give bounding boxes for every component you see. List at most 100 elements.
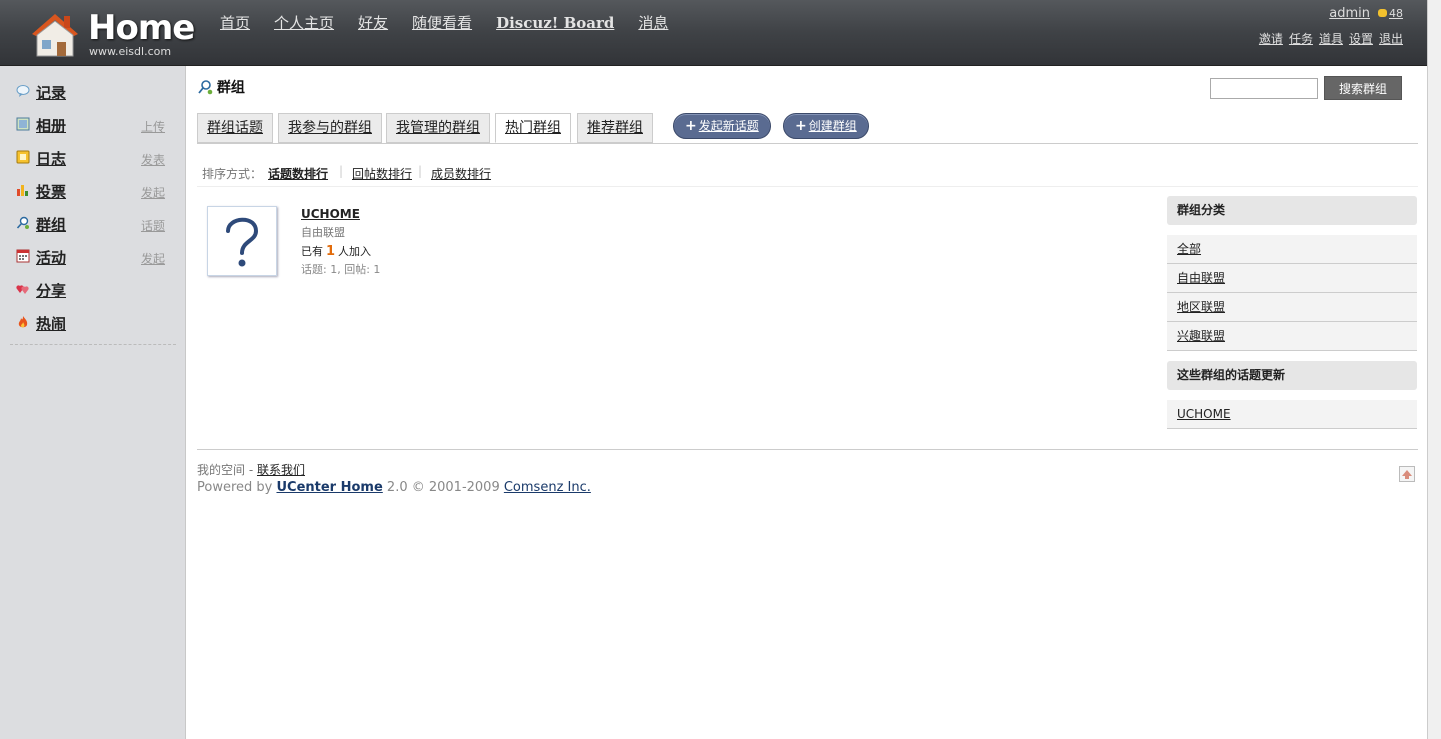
- group-search: 搜索群组: [1210, 76, 1402, 100]
- category-item-all[interactable]: 全部: [1167, 235, 1417, 264]
- sidebar-item-records[interactable]: 记录: [0, 80, 185, 113]
- category-link[interactable]: 兴趣联盟: [1177, 329, 1225, 343]
- update-link[interactable]: UCHOME: [1177, 407, 1231, 421]
- members-prefix: 已有: [301, 245, 323, 258]
- sidebar-label-blog[interactable]: 日志: [36, 148, 66, 169]
- footer-line-2: Powered by UCenter Home 2.0 © 2001-2009 …: [197, 480, 591, 495]
- sidebar-item-hot[interactable]: 热闹: [0, 311, 185, 344]
- hearts-icon: [16, 285, 29, 294]
- nav-messages[interactable]: 消息: [638, 14, 668, 32]
- create-group-label[interactable]: 创建群组: [809, 119, 857, 133]
- nav-profile[interactable]: 个人主页: [274, 14, 334, 32]
- group-avatar[interactable]: [207, 206, 277, 276]
- tab-label[interactable]: 我参与的群组: [288, 120, 372, 136]
- sort-by-topics[interactable]: 话题数排行: [268, 165, 328, 182]
- product-link[interactable]: UCenter Home: [276, 480, 382, 495]
- props-link[interactable]: 道具: [1319, 32, 1343, 46]
- calendar-icon: [16, 249, 30, 263]
- tab-hot-groups[interactable]: 热门群组: [495, 113, 571, 143]
- top-nav: 首页 个人主页 好友 随便看看 Discuz! Board 消息: [220, 12, 692, 33]
- username-link[interactable]: admin: [1329, 6, 1370, 21]
- sidebar-label-share[interactable]: 分享: [36, 280, 66, 301]
- sidebar-action-start-poll[interactable]: 发起: [141, 186, 165, 200]
- sidebar-label-group[interactable]: 群组: [36, 214, 66, 235]
- plus-icon: +: [685, 118, 697, 134]
- categories-heading: 群组分类: [1167, 196, 1417, 225]
- category-link[interactable]: 全部: [1177, 242, 1201, 256]
- sort-by-replies[interactable]: 回帖数排行: [352, 165, 412, 182]
- sidebar-label-hot[interactable]: 热闹: [36, 313, 66, 334]
- group-tabs: 群组话题 我参与的群组 我管理的群组 热门群组 推荐群组 + 发起新话题 + 创建群…: [197, 113, 1418, 144]
- company-link[interactable]: Comsenz Inc.: [504, 480, 591, 495]
- category-item-interest[interactable]: 兴趣联盟: [1167, 322, 1417, 351]
- group-icon: [16, 216, 29, 229]
- sidebar-item-poll[interactable]: 投票 发起: [0, 179, 185, 212]
- task-link[interactable]: 任务: [1289, 32, 1313, 46]
- tab-recommended-groups[interactable]: 推荐群组: [577, 113, 653, 143]
- invite-link[interactable]: 邀请: [1259, 32, 1283, 46]
- sidebar-action-post[interactable]: 发表: [141, 153, 165, 167]
- nav-discuz-board[interactable]: Discuz! Board: [496, 14, 614, 32]
- window-scrollbar[interactable]: [1427, 0, 1441, 739]
- tab-label[interactable]: 我管理的群组: [396, 120, 480, 136]
- tab-group-topics[interactable]: 群组话题: [197, 113, 273, 143]
- divider: |: [339, 164, 344, 178]
- question-mark-icon: [226, 217, 259, 267]
- divider: |: [418, 164, 423, 178]
- sidebar-item-album[interactable]: 相册 上传: [0, 113, 185, 146]
- logout-link[interactable]: 退出: [1379, 32, 1403, 46]
- nav-friends[interactable]: 好友: [358, 14, 388, 32]
- house-logo-icon: [32, 14, 78, 57]
- new-topic-label[interactable]: 发起新话题: [699, 119, 759, 133]
- sidebar-label-poll[interactable]: 投票: [36, 181, 66, 202]
- category-list: 全部 自由联盟 地区联盟 兴趣联盟: [1167, 235, 1417, 351]
- nav-home[interactable]: 首页: [220, 14, 250, 32]
- sidebar-label-records[interactable]: 记录: [36, 82, 66, 103]
- right-panel: 群组分类 全部 自由联盟 地区联盟 兴趣联盟 这些群组的话题更新 UCHOME: [1167, 196, 1417, 439]
- category-item-region[interactable]: 地区联盟: [1167, 293, 1417, 322]
- sidebar-action-start-event[interactable]: 发起: [141, 252, 165, 266]
- create-group-button[interactable]: + 创建群组: [783, 113, 869, 139]
- tab-label[interactable]: 热门群组: [505, 120, 561, 136]
- category-link[interactable]: 自由联盟: [1177, 271, 1225, 285]
- tab-label[interactable]: 推荐群组: [587, 120, 643, 136]
- members-count: 1: [326, 244, 336, 259]
- tab-managed-groups[interactable]: 我管理的群组: [386, 113, 490, 143]
- sort-bar: 排序方式： 话题数排行 | 回帖数排行 | 成员数排行: [197, 154, 1418, 187]
- credit-count[interactable]: 48: [1389, 7, 1403, 20]
- sort-label: 排序方式：: [202, 167, 263, 181]
- user-bar: admin 48 邀请 任务 道具 设置 退出: [1253, 6, 1403, 47]
- members-suffix: 人加入: [338, 245, 372, 258]
- tab-joined-groups[interactable]: 我参与的群组: [278, 113, 382, 143]
- updates-heading: 这些群组的话题更新: [1167, 361, 1417, 390]
- search-input[interactable]: [1210, 77, 1319, 99]
- sidebar-item-share[interactable]: 分享: [0, 278, 185, 311]
- sidebar-action-topic[interactable]: 话题: [141, 219, 165, 233]
- group-icon: [198, 80, 213, 95]
- contact-us-link[interactable]: 联系我们: [257, 463, 305, 477]
- sidebar-label-event[interactable]: 活动: [36, 247, 66, 268]
- sidebar-item-event[interactable]: 活动 发起: [0, 245, 185, 278]
- category-link[interactable]: 地区联盟: [1177, 300, 1225, 314]
- sort-by-members[interactable]: 成员数排行: [431, 165, 491, 182]
- photo-icon: [16, 117, 30, 131]
- settings-link[interactable]: 设置: [1349, 32, 1373, 46]
- sidebar-item-group[interactable]: 群组 话题: [0, 212, 185, 245]
- nav-browse[interactable]: 随便看看: [412, 14, 472, 32]
- back-to-top-button[interactable]: [1399, 466, 1415, 482]
- sidebar-action-upload[interactable]: 上传: [141, 120, 165, 134]
- category-item-free[interactable]: 自由联盟: [1167, 264, 1417, 293]
- plus-icon: +: [795, 118, 807, 134]
- site-logo[interactable]: Home www.eisdl.com: [28, 6, 195, 61]
- sidebar-item-blog[interactable]: 日志 发表: [0, 146, 185, 179]
- main-content: 群组 搜索群组 群组话题 我参与的群组 我管理的群组 热门群组 推荐群组 + 发起…: [185, 66, 1428, 739]
- logo-url-text: www.eisdl.com: [89, 45, 172, 58]
- search-group-button[interactable]: 搜索群组: [1323, 76, 1402, 100]
- group-members: 已有 1 人加入: [301, 243, 371, 259]
- new-topic-button[interactable]: + 发起新话题: [673, 113, 771, 139]
- update-item[interactable]: UCHOME: [1167, 400, 1417, 429]
- group-name-link[interactable]: UCHOME: [301, 207, 360, 221]
- tab-label[interactable]: 群组话题: [207, 120, 263, 136]
- coin-icon: [1378, 9, 1387, 17]
- sidebar-label-album[interactable]: 相册: [36, 115, 66, 136]
